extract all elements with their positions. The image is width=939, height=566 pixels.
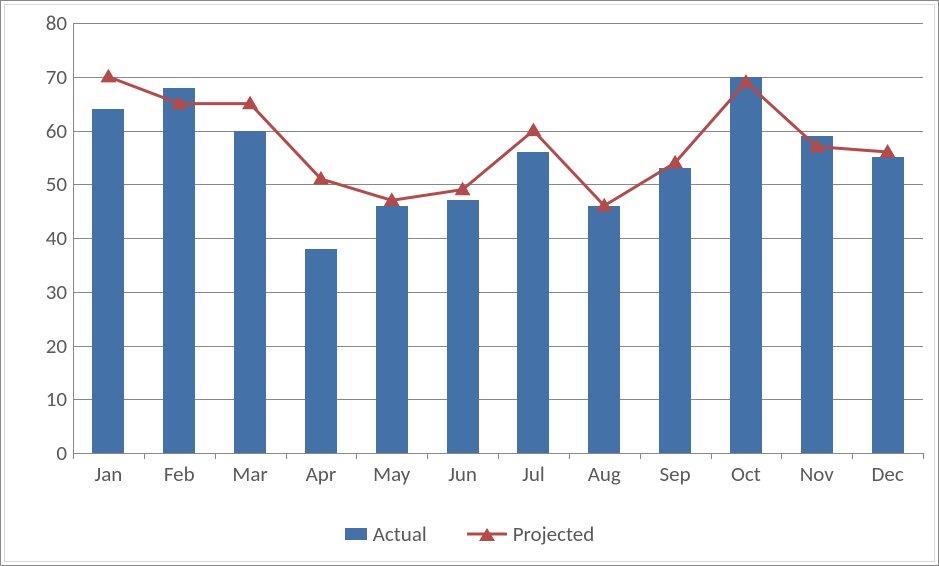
x-tick: [73, 453, 74, 459]
x-tick: [427, 453, 428, 459]
y-tick-70: 70: [17, 64, 67, 90]
x-tick: [923, 453, 924, 459]
x-tick: [144, 453, 145, 459]
x-tick-label: Apr: [306, 461, 337, 487]
x-tick: [215, 453, 216, 459]
legend-item-projected[interactable]: Projected: [467, 521, 595, 547]
x-tick-label: Mar: [232, 461, 267, 487]
y-tick-80: 80: [17, 10, 67, 36]
chart-frame: JanFebMarAprMayJunJulAugSepOctNovDec 0 1…: [4, 4, 935, 562]
legend-label-projected: Projected: [513, 521, 595, 547]
x-tick: [852, 453, 853, 459]
projected-marker[interactable]: [738, 74, 754, 88]
x-tick-label: Feb: [164, 461, 195, 487]
y-tick-20: 20: [17, 333, 67, 359]
y-tick-0: 0: [17, 440, 67, 466]
x-tick: [498, 453, 499, 459]
x-tick-label: Sep: [660, 461, 691, 487]
legend-swatch-projected: [467, 526, 507, 542]
x-tick-label: Nov: [800, 461, 834, 487]
y-tick-40: 40: [17, 225, 67, 251]
projected-marker[interactable]: [525, 123, 541, 137]
x-tick-label: Jan: [95, 461, 123, 487]
x-tick: [286, 453, 287, 459]
legend-label-actual: Actual: [373, 521, 427, 547]
legend-swatch-actual: [345, 528, 367, 540]
y-tick-50: 50: [17, 171, 67, 197]
projected-line[interactable]: [108, 77, 887, 206]
y-tick-10: 10: [17, 386, 67, 412]
x-tick-label: May: [373, 461, 410, 487]
projected-marker[interactable]: [100, 69, 116, 83]
x-tick-label: Dec: [871, 461, 903, 487]
x-tick-label: Jun: [448, 461, 477, 487]
x-tick-label: Jul: [522, 461, 545, 487]
x-tick: [569, 453, 570, 459]
x-tick-label: Oct: [731, 461, 761, 487]
legend: Actual Projected: [5, 521, 934, 547]
legend-item-actual[interactable]: Actual: [345, 521, 427, 547]
x-tick: [356, 453, 357, 459]
y-tick-60: 60: [17, 118, 67, 144]
x-tick: [781, 453, 782, 459]
y-tick-30: 30: [17, 279, 67, 305]
plot-area: JanFebMarAprMayJunJulAugSepOctNovDec: [73, 23, 923, 453]
x-tick: [711, 453, 712, 459]
x-tick: [640, 453, 641, 459]
chart-window: JanFebMarAprMayJunJulAugSepOctNovDec 0 1…: [0, 0, 939, 566]
projected-line-layer: [73, 23, 923, 453]
x-tick-label: Aug: [588, 461, 621, 487]
